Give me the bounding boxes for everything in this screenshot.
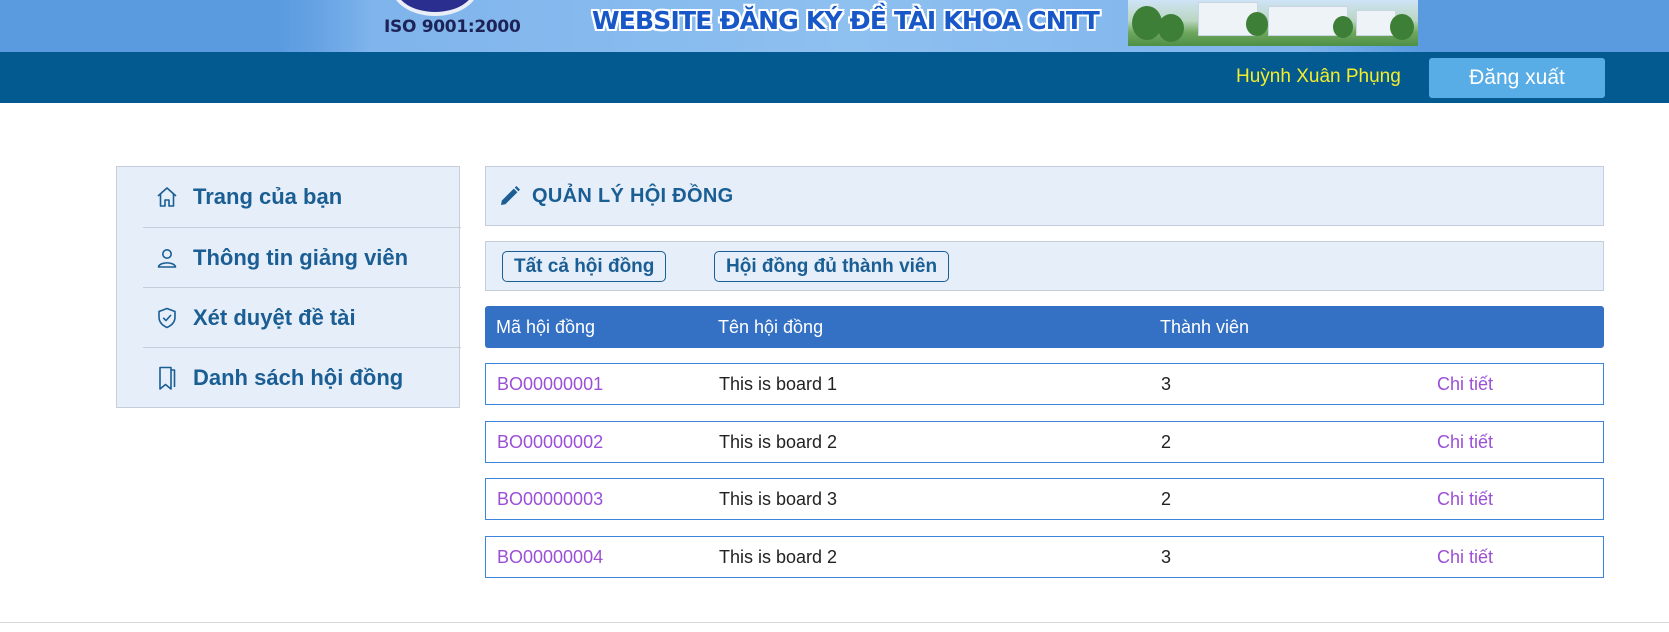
detail-link[interactable]: Chi tiết [1437,374,1493,395]
filter-full-boards-button[interactable]: Hội đồng đủ thành viên [714,251,950,282]
column-header-code: Mã hội đồng [496,317,596,337]
iso-label: ISO 9001:2000 [384,17,521,37]
shield-check-icon [155,305,179,331]
board-code: BO00000003 [497,489,604,509]
member-count: 3 [1161,374,1172,394]
member-count: 3 [1161,547,1172,567]
sidebar-item-label: Danh sách hội đồng [193,365,404,390]
filter-all-boards-button[interactable]: Tất cả hội đồng [502,251,667,282]
page-header: QUẢN LÝ HỘI ĐỒNG [485,166,1604,226]
table-row: BO00000001 This is board 1 3 Chi tiết [485,363,1604,405]
logout-button[interactable]: Đăng xuất [1429,58,1605,98]
banner-title: WEBSITE ĐĂNG KÝ ĐỀ TÀI KHOA CNTT [592,6,1100,35]
detail-link[interactable]: Chi tiết [1437,432,1493,453]
column-header-members: Thành viên [1160,317,1250,337]
member-count: 2 [1161,489,1172,509]
board-name: This is board 2 [719,432,838,452]
board-name: This is board 3 [719,489,838,509]
board-code: BO00000004 [497,547,604,567]
table-row: BO00000002 This is board 2 2 Chi tiết [485,421,1604,463]
user-name[interactable]: Huỳnh Xuân Phụng [1236,66,1401,88]
board-name: This is board 2 [719,547,838,567]
sidebar-item-lecturer-info[interactable]: Thông tin giảng viên [143,228,461,288]
user-icon [155,245,179,271]
bookmark-icon [155,365,179,391]
sidebar-item-label: Trang của bạn [193,184,343,209]
table-row: BO00000003 This is board 3 2 Chi tiết [485,478,1604,520]
campus-image [1128,0,1418,46]
home-icon [155,184,179,210]
filter-bar: Tất cả hội đồng Hội đồng đủ thành viên [485,241,1604,291]
sidebar-item-home[interactable]: Trang của bạn [143,167,461,227]
member-count: 2 [1161,432,1172,452]
sidebar-item-board-list[interactable]: Danh sách hội đồng [143,348,461,408]
board-code: BO00000001 [497,374,604,394]
site-banner: ISO 9001:2000 WEBSITE ĐĂNG KÝ ĐỀ TÀI KHO… [0,0,1669,52]
detail-link[interactable]: Chi tiết [1437,489,1493,510]
sidebar-item-label: Xét duyệt đề tài [193,305,356,330]
page-title: QUẢN LÝ HỘI ĐỒNG [532,184,734,207]
top-navbar [0,52,1669,103]
sidebar: Trang của bạn Thông tin giảng viên Xét d… [116,166,461,408]
table-header: Mã hội đồng Tên hội đồng Thành viên [485,306,1604,348]
sidebar-item-label: Thông tin giảng viên [193,245,409,270]
board-name: This is board 1 [719,374,838,394]
column-header-name: Tên hội đồng [718,317,824,337]
board-code: BO00000002 [497,432,604,452]
table-row: BO00000004 This is board 2 3 Chi tiết [485,536,1604,578]
sidebar-item-topic-review[interactable]: Xét duyệt đề tài [143,288,461,348]
footer-divider [0,622,1669,623]
pencil-icon [498,184,522,208]
detail-link[interactable]: Chi tiết [1437,547,1493,568]
